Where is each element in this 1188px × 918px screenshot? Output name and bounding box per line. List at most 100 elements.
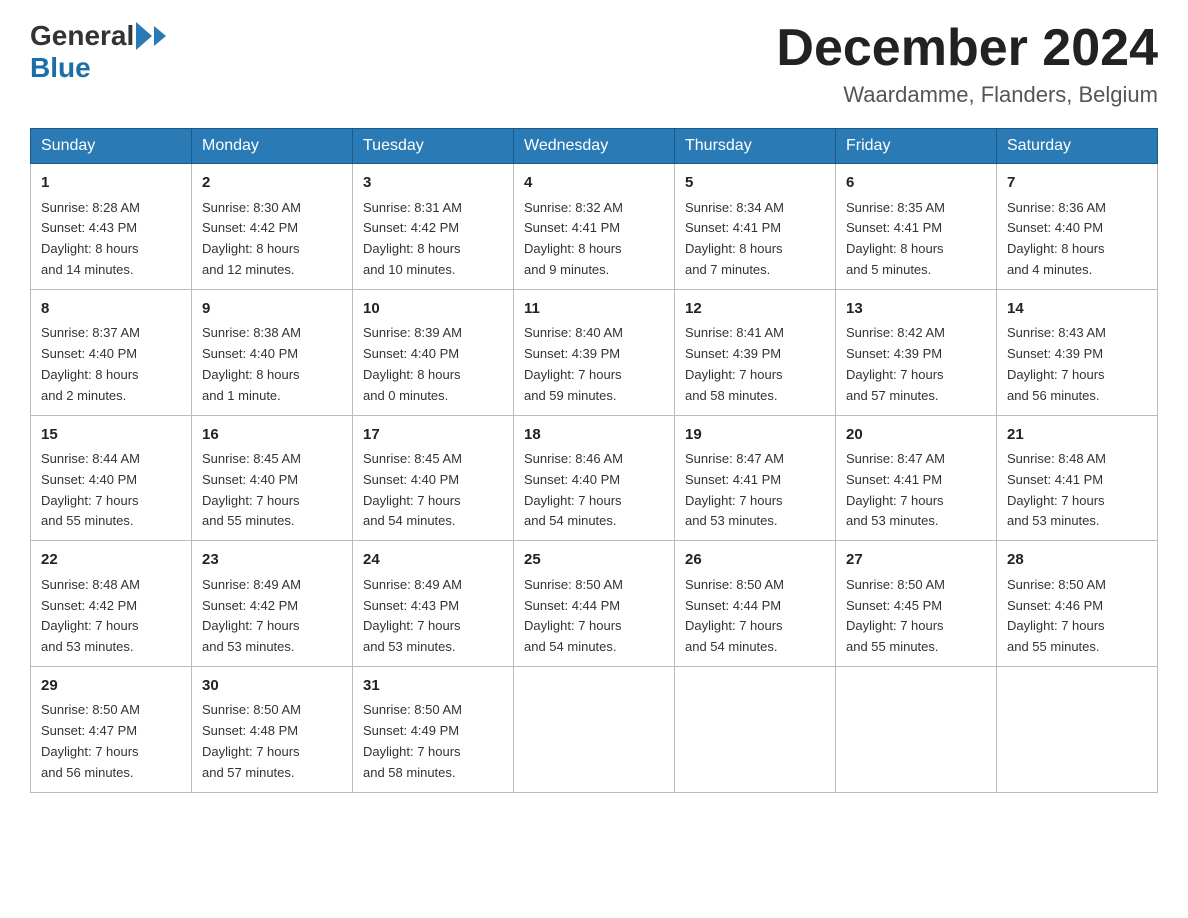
- calendar-cell: 19Sunrise: 8:47 AMSunset: 4:41 PMDayligh…: [675, 415, 836, 541]
- day-number: 22: [41, 549, 181, 572]
- day-info: Sunrise: 8:41 AMSunset: 4:39 PMDaylight:…: [685, 323, 825, 406]
- calendar-week-row: 29Sunrise: 8:50 AMSunset: 4:47 PMDayligh…: [31, 666, 1158, 792]
- day-info: Sunrise: 8:34 AMSunset: 4:41 PMDaylight:…: [685, 198, 825, 281]
- day-number: 11: [524, 298, 664, 321]
- calendar-table: SundayMondayTuesdayWednesdayThursdayFrid…: [30, 128, 1158, 792]
- calendar-header-row: SundayMondayTuesdayWednesdayThursdayFrid…: [31, 129, 1158, 164]
- calendar-cell: 25 Sunrise: 8:50 AMSunset: 4:44 PMDayligh…: [514, 541, 675, 667]
- calendar-cell: 21Sunrise: 8:48 AMSunset: 4:41 PMDayligh…: [997, 415, 1158, 541]
- calendar-cell: 24 Sunrise: 8:49 AMSunset: 4:43 PMDayligh…: [353, 541, 514, 667]
- day-number: 19: [685, 424, 825, 447]
- calendar-cell: 22 Sunrise: 8:48 AMSunset: 4:42 PMDayligh…: [31, 541, 192, 667]
- day-number: 9: [202, 298, 342, 321]
- day-number: 20: [846, 424, 986, 447]
- day-number: 30: [202, 675, 342, 698]
- calendar-week-row: 1 Sunrise: 8:28 AMSunset: 4:43 PMDaylight…: [31, 164, 1158, 290]
- month-title: December 2024: [776, 20, 1158, 77]
- day-number: 2: [202, 172, 342, 195]
- calendar-cell: 17Sunrise: 8:45 AMSunset: 4:40 PMDayligh…: [353, 415, 514, 541]
- day-number: 6: [846, 172, 986, 195]
- calendar-day-header: Wednesday: [514, 129, 675, 164]
- calendar-cell: [997, 666, 1158, 792]
- day-number: 23: [202, 549, 342, 572]
- day-info: Sunrise: 8:50 AMSunset: 4:47 PMDaylight:…: [41, 700, 181, 783]
- calendar-day-header: Friday: [836, 129, 997, 164]
- day-info: Sunrise: 8:50 AMSunset: 4:48 PMDaylight:…: [202, 700, 342, 783]
- calendar-cell: 27Sunrise: 8:50 AMSunset: 4:45 PMDayligh…: [836, 541, 997, 667]
- day-number: 31: [363, 675, 503, 698]
- day-number: 15: [41, 424, 181, 447]
- day-info: Sunrise: 8:38 AMSunset: 4:40 PMDaylight:…: [202, 323, 342, 406]
- calendar-cell: 23 Sunrise: 8:49 AMSunset: 4:42 PMDayligh…: [192, 541, 353, 667]
- calendar-week-row: 15Sunrise: 8:44 AMSunset: 4:40 PMDayligh…: [31, 415, 1158, 541]
- title-section: December 2024 Waardamme, Flanders, Belgi…: [776, 20, 1158, 108]
- day-info: Sunrise: 8:50 AMSunset: 4:44 PMDaylight:…: [524, 575, 664, 658]
- calendar-cell: 1 Sunrise: 8:28 AMSunset: 4:43 PMDaylight…: [31, 164, 192, 290]
- day-info: Sunrise: 8:46 AMSunset: 4:40 PMDaylight:…: [524, 449, 664, 532]
- day-info: Sunrise: 8:42 AMSunset: 4:39 PMDaylight:…: [846, 323, 986, 406]
- day-number: 7: [1007, 172, 1147, 195]
- calendar-cell: 12Sunrise: 8:41 AMSunset: 4:39 PMDayligh…: [675, 289, 836, 415]
- day-info: Sunrise: 8:50 AMSunset: 4:49 PMDaylight:…: [363, 700, 503, 783]
- day-number: 28: [1007, 549, 1147, 572]
- day-number: 27: [846, 549, 986, 572]
- calendar-day-header: Tuesday: [353, 129, 514, 164]
- day-info: Sunrise: 8:50 AMSunset: 4:46 PMDaylight:…: [1007, 575, 1147, 658]
- page-header: General Blue December 2024 Waardamme, Fl…: [30, 20, 1158, 108]
- day-info: Sunrise: 8:35 AMSunset: 4:41 PMDaylight:…: [846, 198, 986, 281]
- day-info: Sunrise: 8:47 AMSunset: 4:41 PMDaylight:…: [846, 449, 986, 532]
- calendar-day-header: Monday: [192, 129, 353, 164]
- day-number: 24: [363, 549, 503, 572]
- day-info: Sunrise: 8:44 AMSunset: 4:40 PMDaylight:…: [41, 449, 181, 532]
- calendar-cell: 5Sunrise: 8:34 AMSunset: 4:41 PMDaylight…: [675, 164, 836, 290]
- day-number: 17: [363, 424, 503, 447]
- day-number: 8: [41, 298, 181, 321]
- calendar-cell: 4 Sunrise: 8:32 AMSunset: 4:41 PMDaylight…: [514, 164, 675, 290]
- calendar-day-header: Thursday: [675, 129, 836, 164]
- day-number: 26: [685, 549, 825, 572]
- calendar-cell: 9Sunrise: 8:38 AMSunset: 4:40 PMDaylight…: [192, 289, 353, 415]
- logo-blue-text: Blue: [30, 52, 91, 84]
- calendar-cell: 3Sunrise: 8:31 AMSunset: 4:42 PMDaylight…: [353, 164, 514, 290]
- day-info: Sunrise: 8:45 AMSunset: 4:40 PMDaylight:…: [363, 449, 503, 532]
- day-number: 4: [524, 172, 664, 195]
- day-info: Sunrise: 8:32 AMSunset: 4:41 PMDaylight:…: [524, 198, 664, 281]
- calendar-cell: [514, 666, 675, 792]
- calendar-cell: 18Sunrise: 8:46 AMSunset: 4:40 PMDayligh…: [514, 415, 675, 541]
- calendar-cell: 20Sunrise: 8:47 AMSunset: 4:41 PMDayligh…: [836, 415, 997, 541]
- day-number: 14: [1007, 298, 1147, 321]
- day-info: Sunrise: 8:39 AMSunset: 4:40 PMDaylight:…: [363, 323, 503, 406]
- day-info: Sunrise: 8:49 AMSunset: 4:43 PMDaylight:…: [363, 575, 503, 658]
- calendar-cell: 2 Sunrise: 8:30 AMSunset: 4:42 PMDaylight…: [192, 164, 353, 290]
- day-number: 13: [846, 298, 986, 321]
- day-info: Sunrise: 8:28 AMSunset: 4:43 PMDaylight:…: [41, 198, 181, 281]
- day-info: Sunrise: 8:43 AMSunset: 4:39 PMDaylight:…: [1007, 323, 1147, 406]
- day-info: Sunrise: 8:40 AMSunset: 4:39 PMDaylight:…: [524, 323, 664, 406]
- day-number: 21: [1007, 424, 1147, 447]
- day-number: 1: [41, 172, 181, 195]
- day-number: 18: [524, 424, 664, 447]
- calendar-cell: 28 Sunrise: 8:50 AMSunset: 4:46 PMDayligh…: [997, 541, 1158, 667]
- day-number: 16: [202, 424, 342, 447]
- calendar-cell: 6 Sunrise: 8:35 AMSunset: 4:41 PMDaylight…: [836, 164, 997, 290]
- day-info: Sunrise: 8:47 AMSunset: 4:41 PMDaylight:…: [685, 449, 825, 532]
- day-number: 12: [685, 298, 825, 321]
- calendar-cell: 16Sunrise: 8:45 AMSunset: 4:40 PMDayligh…: [192, 415, 353, 541]
- day-info: Sunrise: 8:49 AMSunset: 4:42 PMDaylight:…: [202, 575, 342, 658]
- calendar-cell: 10Sunrise: 8:39 AMSunset: 4:40 PMDayligh…: [353, 289, 514, 415]
- calendar-cell: [836, 666, 997, 792]
- calendar-day-header: Sunday: [31, 129, 192, 164]
- calendar-cell: 14Sunrise: 8:43 AMSunset: 4:39 PMDayligh…: [997, 289, 1158, 415]
- calendar-cell: 7Sunrise: 8:36 AMSunset: 4:40 PMDaylight…: [997, 164, 1158, 290]
- location-text: Waardamme, Flanders, Belgium: [776, 82, 1158, 108]
- calendar-cell: [675, 666, 836, 792]
- day-info: Sunrise: 8:48 AMSunset: 4:42 PMDaylight:…: [41, 575, 181, 658]
- calendar-cell: 31Sunrise: 8:50 AMSunset: 4:49 PMDayligh…: [353, 666, 514, 792]
- calendar-cell: 11Sunrise: 8:40 AMSunset: 4:39 PMDayligh…: [514, 289, 675, 415]
- calendar-cell: 29Sunrise: 8:50 AMSunset: 4:47 PMDayligh…: [31, 666, 192, 792]
- calendar-cell: 26Sunrise: 8:50 AMSunset: 4:44 PMDayligh…: [675, 541, 836, 667]
- day-info: Sunrise: 8:37 AMSunset: 4:40 PMDaylight:…: [41, 323, 181, 406]
- calendar-cell: 8Sunrise: 8:37 AMSunset: 4:40 PMDaylight…: [31, 289, 192, 415]
- day-info: Sunrise: 8:30 AMSunset: 4:42 PMDaylight:…: [202, 198, 342, 281]
- day-number: 25: [524, 549, 664, 572]
